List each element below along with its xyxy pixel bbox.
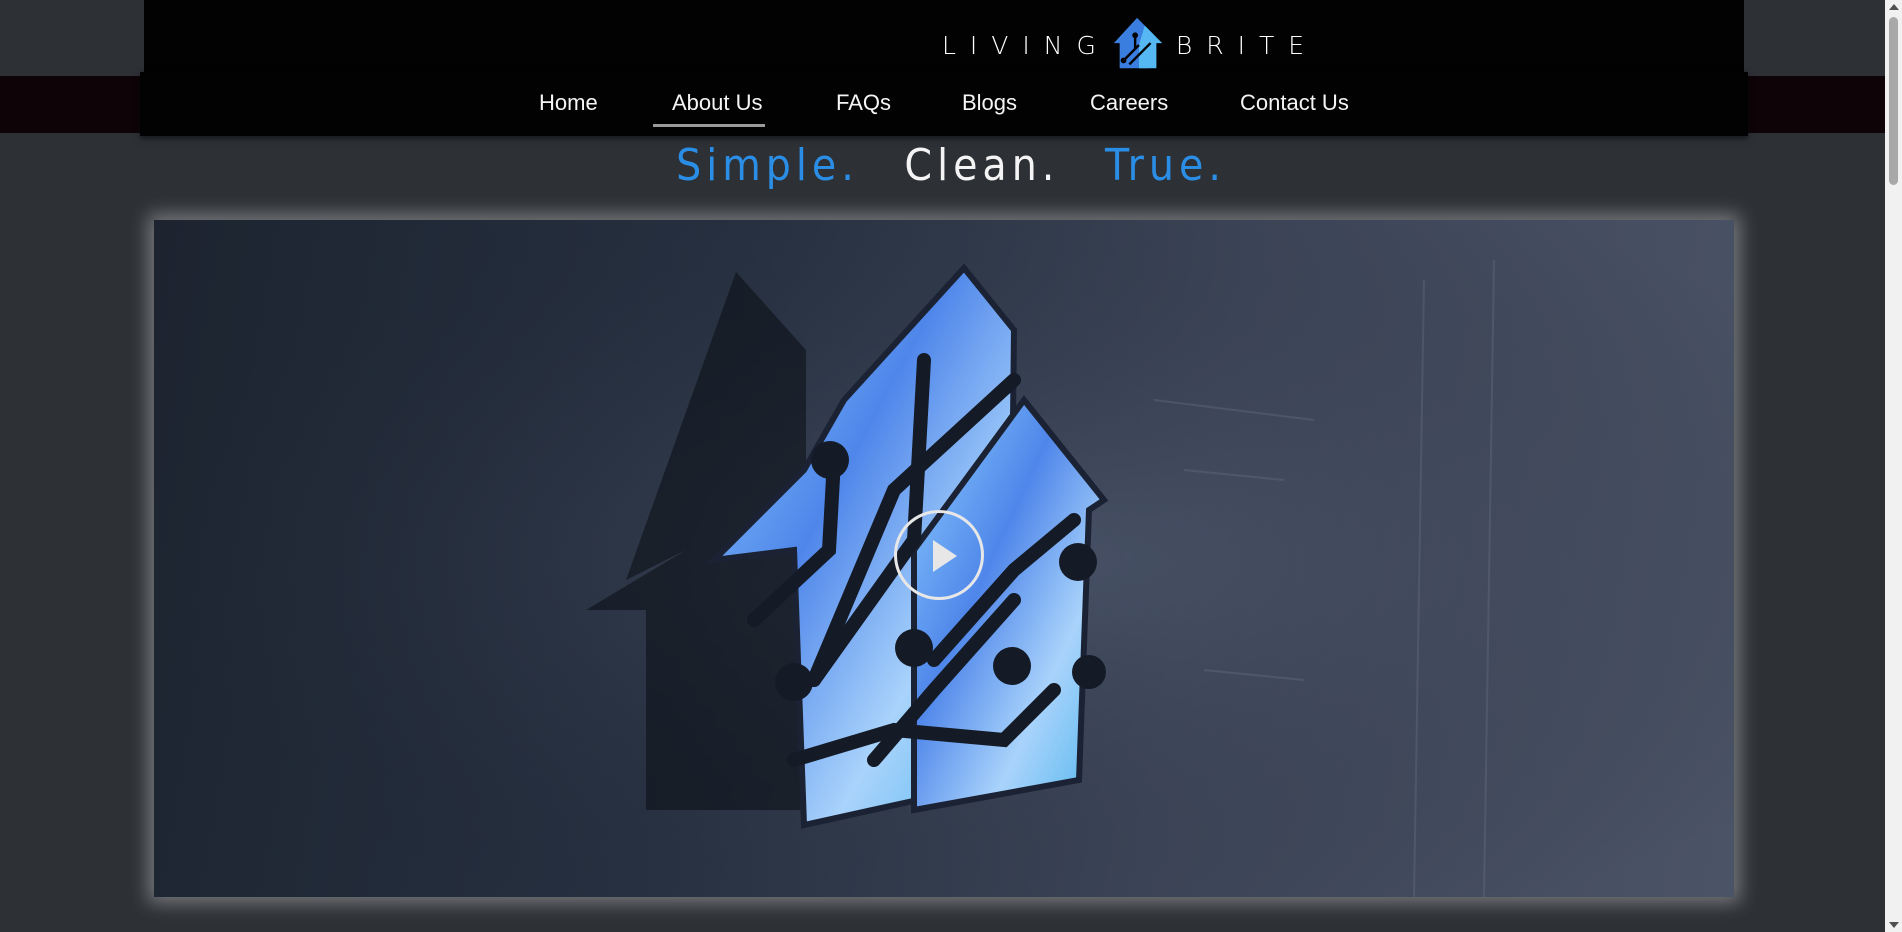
- living-brite-logo[interactable]: LIVING BRITE: [942, 16, 1318, 74]
- main-navigation: Home About Us FAQs Blogs Careers Contact…: [140, 72, 1748, 136]
- scrollbar-thumb[interactable]: [1889, 17, 1898, 185]
- tagline: Simple. Clean. True.: [0, 140, 1902, 191]
- nav-home[interactable]: Home: [539, 90, 598, 116]
- tagline-simple: Simple.: [676, 140, 859, 191]
- nav-faqs[interactable]: FAQs: [836, 90, 891, 116]
- play-icon: [933, 540, 957, 572]
- tagline-true: True.: [1104, 140, 1226, 191]
- house-circuit-icon: [1113, 17, 1163, 69]
- logo-text-brite: BRITE: [1175, 30, 1319, 60]
- top-header-bar: LIVING BRITE: [144, 0, 1744, 75]
- logo-text-living: LIVING: [942, 30, 1110, 60]
- scroll-down-icon[interactable]: [1889, 922, 1899, 928]
- nav-contact-us[interactable]: Contact Us: [1240, 90, 1349, 116]
- tagline-clean: Clean.: [904, 140, 1060, 191]
- play-button[interactable]: [894, 510, 984, 600]
- nav-careers[interactable]: Careers: [1090, 90, 1168, 116]
- vertical-scrollbar[interactable]: [1885, 0, 1902, 932]
- nav-about-us[interactable]: About Us: [672, 90, 763, 116]
- scroll-up-icon[interactable]: [1889, 4, 1899, 10]
- nav-blogs[interactable]: Blogs: [962, 90, 1017, 116]
- active-nav-indicator: [653, 124, 765, 127]
- hero-video[interactable]: [154, 220, 1734, 897]
